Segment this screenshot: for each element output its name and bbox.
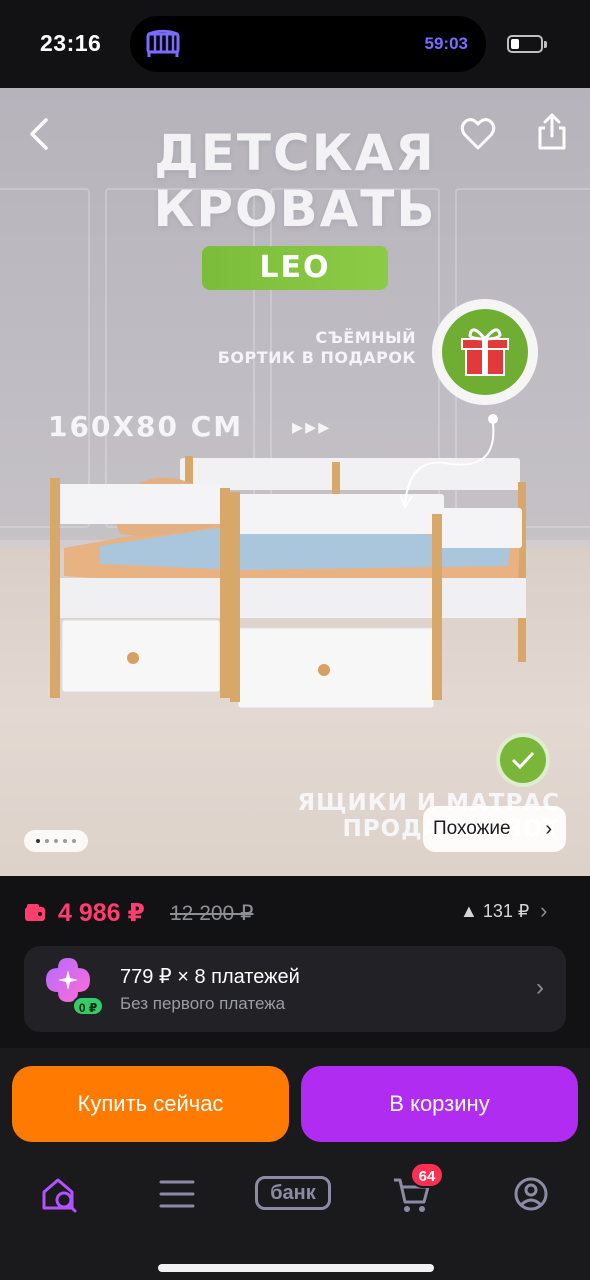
heart-icon[interactable]: [458, 114, 498, 154]
gallery-dot: [63, 839, 67, 843]
promo-text: СЪЁМНЫЙ БОРТИК В ПОДАРОК: [218, 328, 416, 368]
product-image-gallery[interactable]: ДЕТСКАЯ КРОВАТЬ LEO СЪЁМНЫЙ БОРТИК В ПОД…: [0, 88, 590, 876]
status-time: 23:16: [40, 30, 102, 56]
status-bar: 23:16 59:03: [0, 0, 590, 88]
similar-button-label: Похожие: [433, 818, 511, 839]
back-icon[interactable]: [20, 114, 60, 154]
installment-card[interactable]: 0 ₽ 779 ₽ × 8 платежей Без первого плате…: [24, 946, 566, 1032]
model-badge: LEO: [202, 246, 388, 290]
zero-price-badge: 0 ₽: [72, 996, 104, 1016]
home-search-icon[interactable]: [36, 1172, 86, 1216]
hero-title-line1: ДЕТСКАЯ: [154, 124, 436, 182]
chevron-right-icon[interactable]: ›: [540, 898, 547, 924]
gallery-dot: [54, 839, 58, 843]
installment-title: 779 ₽ × 8 платежей: [120, 966, 300, 988]
gallery-dot: [45, 839, 49, 843]
installment-subtitle: Без первого платежа: [120, 994, 286, 1013]
size-label: 160X80 СМ: [48, 410, 244, 443]
wallet-icon: [25, 904, 45, 921]
cart-count-badge: 64: [410, 1162, 444, 1188]
hero-title-line2: КРОВАТЬ: [153, 180, 437, 238]
bottom-panel: Купить сейчас В корзину банк 64: [0, 1048, 590, 1280]
add-to-cart-button[interactable]: В корзину: [301, 1066, 578, 1142]
price-row: 4 986 ₽ 12 200 ₽ ▲ 131 ₽ ›: [0, 876, 590, 946]
check-icon: [496, 733, 550, 787]
triangle-up-icon: ▲: [460, 901, 478, 921]
points-label: 131 ₽: [482, 901, 530, 921]
share-icon[interactable]: [532, 112, 572, 152]
gift-badge: [432, 299, 538, 405]
bank-icon[interactable]: банк: [255, 1172, 333, 1216]
home-indicator[interactable]: [158, 1264, 434, 1272]
battery-icon: [507, 35, 547, 53]
buy-now-button[interactable]: Купить сейчас: [12, 1066, 289, 1142]
chevron-right-icon: ›: [536, 974, 544, 1001]
bank-label: банк: [255, 1176, 331, 1210]
gallery-dot: [36, 839, 40, 843]
old-price: 12 200 ₽: [170, 902, 254, 925]
promo-line2: БОРТИК В ПОДАРОК: [217, 348, 416, 367]
profile-icon[interactable]: [506, 1172, 556, 1216]
gift-icon: [461, 328, 509, 376]
arrows-icon: ▸ ▸ ▸: [292, 414, 329, 439]
current-price: 4 986 ₽: [58, 899, 145, 927]
promo-line1: СЪЁМНЫЙ: [315, 328, 416, 347]
pointer-arrow: [399, 414, 498, 510]
menu-icon[interactable]: [152, 1172, 202, 1216]
similar-button[interactable]: Похожие ›: [423, 806, 566, 852]
points-value[interactable]: ▲ 131 ₽: [460, 901, 529, 922]
gallery-pagination: [24, 830, 88, 852]
dynamic-island[interactable]: 59:03: [130, 16, 486, 72]
activity-timer: 59:03: [424, 34, 468, 53]
gallery-dot: [72, 839, 76, 843]
cart-icon[interactable]: 64: [388, 1162, 444, 1216]
chevron-right-icon: ›: [545, 818, 552, 840]
crib-icon: [146, 29, 180, 57]
